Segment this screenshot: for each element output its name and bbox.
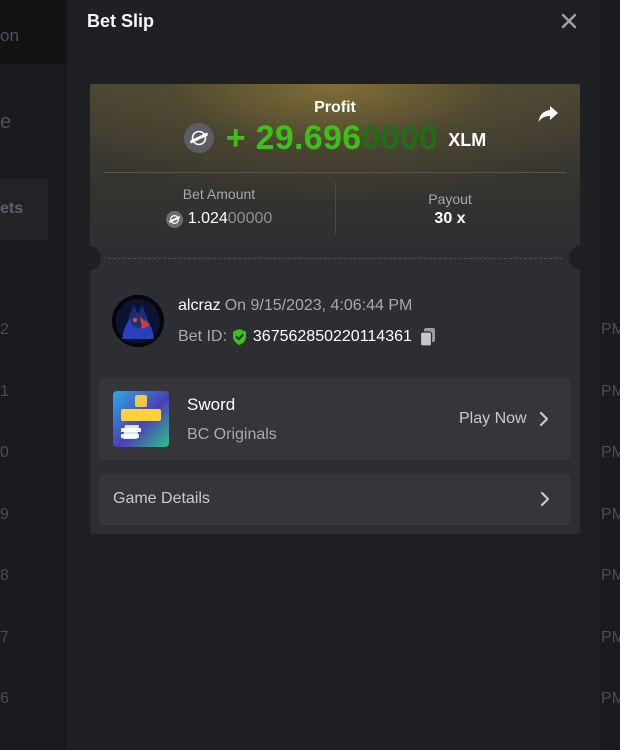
background-nav-item: on bbox=[0, 26, 19, 45]
profit-currency: XLM bbox=[448, 129, 487, 150]
ticket-notch-right bbox=[569, 246, 580, 270]
payout-label: Payout bbox=[428, 191, 472, 207]
background-row-number: 9 bbox=[0, 506, 9, 523]
profit-label: Profit bbox=[314, 99, 356, 116]
background-row-number: 8 bbox=[0, 567, 9, 584]
stellar-xlm-icon bbox=[165, 210, 183, 228]
close-button[interactable] bbox=[556, 8, 582, 34]
bet-id-line: Bet ID: 367562850220114361 bbox=[178, 327, 437, 347]
background-right-column: PM PM PM PM PM PM PM bbox=[600, 0, 620, 750]
bet-amount-label: Bet Amount bbox=[182, 186, 256, 202]
game-provider: BC Originals bbox=[187, 426, 277, 443]
game-thumbnail bbox=[113, 391, 169, 447]
background-nav-item: e bbox=[0, 111, 12, 133]
background-tab: ets bbox=[0, 178, 48, 240]
chevron-right-icon bbox=[540, 491, 550, 507]
background-row-number: 6 bbox=[0, 690, 9, 707]
stellar-xlm-icon bbox=[183, 123, 214, 153]
bet-timestamp: On 9/15/2023, 4:06:44 PM bbox=[224, 297, 413, 314]
bet-details-card: Profit + 29.6960000 XLM Bet Amount 1.024… bbox=[90, 84, 580, 534]
game-name: Sword bbox=[187, 395, 236, 414]
background-row-number: 2 bbox=[0, 321, 9, 338]
bet-id-label: Bet ID: bbox=[178, 328, 227, 345]
username[interactable]: alcraz bbox=[178, 297, 221, 314]
background-time-suffix: PM bbox=[601, 629, 620, 646]
divider bbox=[104, 172, 566, 173]
game-details-row[interactable]: Game Details bbox=[99, 474, 570, 525]
background-row-number: 1 bbox=[0, 383, 9, 400]
avatar[interactable] bbox=[112, 295, 164, 347]
background-time-suffix: PM bbox=[601, 321, 620, 338]
user-info-line: alcraz On 9/15/2023, 4:06:44 PM bbox=[178, 297, 412, 315]
close-icon bbox=[561, 13, 577, 29]
background-time-suffix: PM bbox=[601, 690, 620, 707]
chevron-right-icon bbox=[539, 411, 548, 427]
share-button[interactable] bbox=[536, 102, 560, 126]
bet-id-value: 367562850220114361 bbox=[252, 328, 412, 345]
profit-row: + 29.6960000 XLM bbox=[90, 118, 580, 158]
background-sidebar: on e ets 2 1 0 9 8 7 6 bbox=[0, 0, 67, 750]
background-time-suffix: PM bbox=[601, 444, 620, 461]
copy-icon[interactable] bbox=[419, 327, 437, 347]
bet-amount-value: 1.02400000 bbox=[187, 210, 273, 227]
game-details-label: Game Details bbox=[113, 490, 210, 507]
game-link-row[interactable]: Sword BC Originals Play Now bbox=[99, 378, 570, 460]
dashed-divider bbox=[108, 258, 562, 259]
background-time-suffix: PM bbox=[601, 383, 620, 400]
background-time-suffix: PM bbox=[601, 506, 620, 523]
modal-title: Bet Slip bbox=[87, 11, 155, 31]
background-row-number: 7 bbox=[0, 629, 9, 646]
bet-slip-modal: Bet Slip Profit + 29.6960000 XLM Bet Amo… bbox=[67, 0, 600, 750]
play-now-label: Play Now bbox=[459, 410, 527, 427]
bet-amount-row: 1.02400000 bbox=[90, 208, 348, 230]
background-time-suffix: PM bbox=[601, 567, 620, 584]
background-row-number: 0 bbox=[0, 444, 9, 461]
payout-value: 30 x bbox=[434, 210, 466, 227]
share-icon bbox=[538, 106, 558, 122]
shield-check-icon bbox=[232, 329, 246, 345]
play-now-button[interactable]: Play Now bbox=[459, 410, 549, 428]
background-tab-label: ets bbox=[0, 200, 24, 217]
profit-amount: + 29.6960000 bbox=[225, 118, 439, 157]
